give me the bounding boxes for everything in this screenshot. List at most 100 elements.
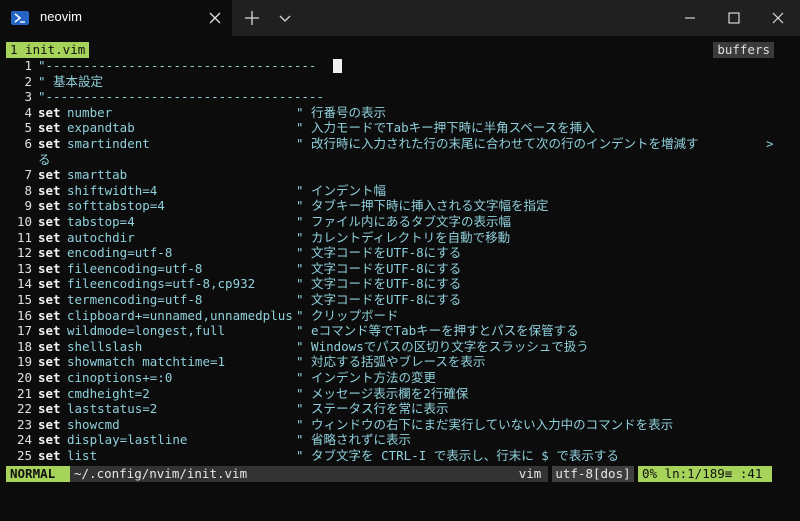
maximize-icon[interactable]	[718, 6, 750, 30]
line-number: 15	[16, 292, 32, 307]
option-text: termencoding=utf-8	[67, 292, 203, 307]
editor-line: 19 set showmatch matchtime=1 " 対応する括弧やブレースを…	[0, 354, 800, 370]
editor-line: 17 set wildmode=longest,full " eコマンド等でTabキー…	[0, 323, 800, 339]
terminal-tab[interactable]: neovim	[0, 0, 232, 36]
editor-line: 23 set showcmd " ウィンドウの右下にまだ実行していない入力中のコマンド…	[0, 417, 800, 433]
line-number: 16	[16, 307, 32, 323]
option-text: shiftwidth=4	[67, 182, 158, 198]
line-text: "-------------------------------------	[38, 89, 324, 105]
editor-line: 5 set expandtab " 入力モードでTabキー押下時に半角スペースを挿入	[0, 120, 800, 136]
option-text: display=lastline	[67, 432, 188, 448]
comment-text: " メッセージ表示欄を2行確保	[296, 385, 469, 401]
option-text: list	[67, 448, 98, 463]
option-text: expandtab	[67, 120, 135, 136]
close-icon[interactable]	[203, 6, 227, 30]
tabline-active-buffer[interactable]: 1 init.vim	[6, 42, 90, 58]
close-icon[interactable]	[762, 6, 794, 30]
editor-line: 15 set termencoding=utf-8 " 文字コードをUTF-8にする	[0, 292, 800, 308]
option-text: fileencodings=utf-8,cp932	[67, 276, 256, 292]
set-keyword: set	[38, 338, 61, 354]
editor-buffer[interactable]: 1 "------------------------------------ 2 "…	[0, 58, 800, 464]
option-text: cmdheight=2	[67, 385, 150, 401]
line-number: 23	[16, 416, 32, 432]
status-encoding: utf-8[dos]	[552, 466, 634, 482]
line-text: る	[38, 151, 51, 167]
terminal-window: neovim 1 init.vim buffers 1 "------------…	[0, 0, 800, 521]
set-keyword: set	[38, 229, 61, 245]
status-filetype: vim	[512, 466, 548, 482]
editor-line: 14 set fileencodings=utf-8,cp932 " 文字コードをUT…	[0, 276, 800, 292]
comment-text: " 文字コードをUTF-8にする	[296, 245, 462, 261]
editor-line: 18 set shellslash " Windowsでパスの区切り文字をスラッシュで…	[0, 339, 800, 355]
editor-line: 3 "-------------------------------------	[0, 89, 800, 105]
editor-line: 12 set encoding=utf-8 " 文字コードをUTF-8にする	[0, 245, 800, 261]
line-text: " 基本設定	[38, 73, 104, 89]
editor-line: 22 set laststatus=2 " ステータス行を常に表示	[0, 401, 800, 417]
line-number: 22	[16, 401, 32, 417]
minimize-icon[interactable]	[674, 6, 706, 30]
option-text: tabstop=4	[67, 214, 135, 229]
editor-line: 24 set display=lastline " 省略されずに表示	[0, 432, 800, 448]
comment-text: " 文字コードをUTF-8にする	[296, 276, 462, 292]
set-keyword: set	[38, 401, 61, 417]
line-number: 2	[24, 73, 32, 89]
line-number: 1	[24, 58, 32, 73]
set-keyword: set	[38, 385, 61, 401]
line-number: 11	[16, 229, 32, 245]
status-position: 0% ln:1/189≡ :41	[638, 466, 772, 482]
set-keyword: set	[38, 354, 61, 370]
comment-text: " Windowsでパスの区切り文字をスラッシュで扱う	[296, 338, 589, 354]
comment-text: " タブ文字を CTRL-I で表示し、行末に $ で表示する	[296, 448, 619, 463]
option-text: showcmd	[67, 416, 120, 432]
set-keyword: set	[38, 182, 61, 198]
comment-text: " 入力モードでTabキー押下時に半角スペースを挿入	[296, 120, 595, 136]
option-text: shellslash	[67, 338, 143, 354]
set-keyword: set	[38, 104, 61, 120]
option-text: fileencoding=utf-8	[67, 260, 203, 276]
comment-text: " 文字コードをUTF-8にする	[296, 260, 462, 276]
option-text: number	[67, 104, 113, 120]
editor-line: 8 set shiftwidth=4 " インデント幅	[0, 183, 800, 199]
line-overflow-marker: >	[766, 136, 774, 151]
set-keyword: set	[38, 370, 61, 385]
line-number: 17	[16, 323, 32, 339]
comment-text: " eコマンド等でTabキーを押すとパスを保管する	[296, 323, 579, 339]
terminal-prompt-icon	[11, 11, 29, 25]
option-text: encoding=utf-8	[67, 245, 173, 261]
line-number: 5	[24, 120, 32, 136]
set-keyword: set	[38, 323, 61, 339]
set-keyword: set	[38, 307, 61, 323]
option-text: wildmode=longest,full	[67, 323, 226, 339]
set-keyword: set	[38, 136, 61, 151]
title-bar: neovim	[0, 0, 800, 36]
set-keyword: set	[38, 260, 61, 276]
comment-text: " 文字コードをUTF-8にする	[296, 292, 462, 307]
line-number: 13	[16, 260, 32, 276]
editor-line: 6 set smartindent " 改行時に入力された行の末尾に合わせて次の行のイ…	[0, 136, 800, 152]
editor-line: 11 set autochdir " カレントディレクトリを自動で移動	[0, 230, 800, 246]
line-number: 24	[16, 432, 32, 448]
option-text: autochdir	[67, 229, 135, 245]
comment-text: " ステータス行を常に表示	[296, 401, 449, 417]
comment-text: " 改行時に入力された行の末尾に合わせて次の行のインデントを増減す	[296, 136, 699, 151]
option-text: laststatus=2	[67, 401, 158, 417]
comment-text: " ウィンドウの右下にまだ実行していない入力中のコマンドを表示	[296, 416, 674, 432]
line-number: 9	[24, 198, 32, 214]
editor-line: 7 set smarttab	[0, 167, 800, 183]
line-number: 20	[16, 370, 32, 385]
plus-icon[interactable]	[240, 6, 264, 30]
comment-text: " タブキー押下時に挿入される文字幅を指定	[296, 198, 549, 214]
line-number: 7	[24, 167, 32, 183]
chevron-down-icon[interactable]	[274, 6, 296, 30]
editor-line: 2 " 基本設定	[0, 74, 800, 90]
option-text: smartindent	[67, 136, 150, 151]
editor-line: 21 set cmdheight=2 " メッセージ表示欄を2行確保	[0, 386, 800, 402]
editor-line: 9 set softtabstop=4 " タブキー押下時に挿入される文字幅を指定	[0, 198, 800, 214]
option-text: showmatch matchtime=1	[67, 354, 226, 370]
set-keyword: set	[38, 292, 61, 307]
line-number: 4	[24, 104, 32, 120]
comment-text: " カレントディレクトリを自動で移動	[296, 229, 511, 245]
set-keyword: set	[38, 432, 61, 448]
line-text: "------------------------------------	[38, 58, 317, 73]
comment-text: " 省略されずに表示	[296, 432, 412, 448]
